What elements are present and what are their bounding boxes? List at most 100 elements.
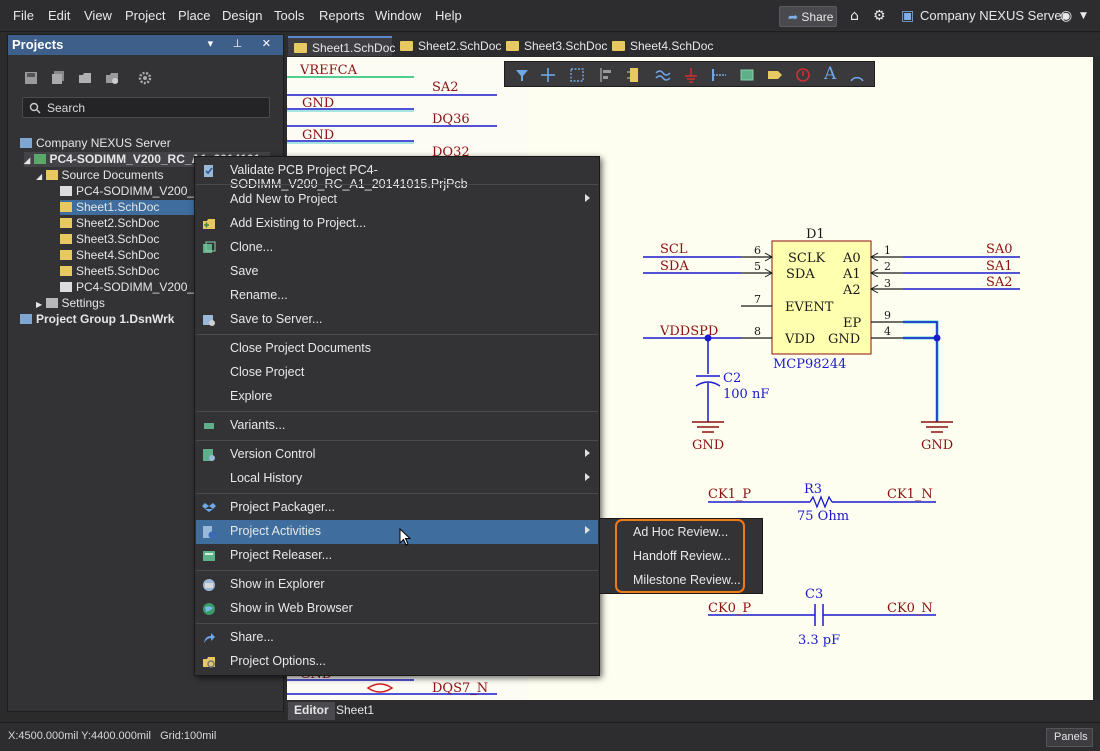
menu-local-history[interactable]: Local History [196, 467, 598, 491]
tab-sheet4[interactable]: Sheet4.SchDoc [606, 36, 713, 56]
menu-explore[interactable]: Explore [196, 385, 598, 409]
pin-name: EP [843, 316, 861, 331]
menu-project-packager[interactable]: Project Packager... [196, 496, 598, 520]
tree-file[interactable]: PC4-SODIMM_V200_RC [60, 184, 211, 198]
menu-validate-project[interactable]: Validate PCB Project PC4-SODIMM_V200_RC_… [196, 159, 598, 191]
net-label: SA0 [986, 242, 1013, 257]
tree-project-group[interactable]: Project Group 1.DsnWrk [20, 312, 174, 326]
menu-project[interactable]: Project [125, 8, 165, 23]
panel-title: Projects [12, 37, 64, 52]
arc-icon[interactable] [848, 66, 866, 84]
home-icon[interactable]: ⌂ [850, 8, 859, 24]
chevron-down-icon[interactable]: ▼ [1080, 11, 1087, 21]
submenu-arrow-icon [585, 194, 590, 202]
menu-project-activities[interactable]: Project Activities [196, 520, 598, 544]
server-icon [20, 138, 32, 148]
tree-settings[interactable]: ▶ Settings [36, 296, 105, 310]
pcb-doc-icon [60, 282, 72, 292]
menu-place[interactable]: Place [178, 8, 211, 23]
tree-source-documents[interactable]: ◢ Source Documents [36, 168, 164, 182]
menu-rename[interactable]: Rename... [196, 284, 598, 308]
save-icon[interactable] [24, 71, 38, 85]
pin-name: A2 [842, 283, 861, 298]
move-icon[interactable] [539, 66, 557, 84]
net-label: CK1_N [887, 487, 933, 502]
menu-edit[interactable]: Edit [48, 8, 70, 23]
options-icon [203, 657, 215, 668]
panels-button[interactable]: Panels [1046, 728, 1093, 747]
menu-close-project-documents[interactable]: Close Project Documents [196, 337, 598, 361]
save-all-icon[interactable] [51, 71, 65, 85]
pin-name: A0 [842, 251, 861, 266]
share-button[interactable]: ➦ Share [779, 6, 837, 27]
align-icon[interactable] [597, 66, 615, 84]
menu-window[interactable]: Window [375, 8, 421, 23]
schdoc-icon [60, 266, 72, 276]
menu-file[interactable]: File [13, 8, 34, 23]
text-icon[interactable]: A [824, 64, 836, 84]
menu-help[interactable]: Help [435, 8, 462, 23]
cap-designator: C3 [805, 587, 823, 602]
tab-sheet3[interactable]: Sheet3.SchDoc [500, 36, 607, 56]
tree-file[interactable]: Sheet5.SchDoc [60, 264, 159, 278]
search-input[interactable]: Search [22, 97, 270, 118]
settings-icon[interactable] [138, 71, 152, 85]
net-label: DQ36 [432, 112, 470, 127]
menu-project-options[interactable]: Project Options... [196, 650, 598, 674]
cap-value: 3.3 pF [798, 633, 840, 648]
tree-server[interactable]: Company NEXUS Server [20, 136, 171, 150]
submenu-arrow-icon [585, 449, 590, 457]
project-context-menu: Validate PCB Project PC4-SODIMM_V200_RC_… [194, 156, 600, 676]
tab-sheet1[interactable]: Sheet1.SchDoc [288, 36, 395, 56]
menu-clone[interactable]: Clone... [196, 236, 598, 260]
menu-add-existing[interactable]: Add Existing to Project... [196, 212, 598, 236]
tree-file[interactable]: PC4-SODIMM_V200_RC [60, 280, 211, 294]
pin-number: 4 [884, 325, 891, 338]
resistor-value: 75 Ohm [797, 509, 849, 524]
net-label: CK1_P [708, 487, 751, 502]
port-icon[interactable] [766, 66, 784, 84]
power-port-icon[interactable] [682, 66, 700, 84]
menu-version-control[interactable]: Version Control [196, 443, 598, 467]
menu-close-project[interactable]: Close Project [196, 361, 598, 385]
place-part-icon[interactable] [625, 66, 643, 84]
menu-variants[interactable]: Variants... [196, 414, 598, 438]
menu-add-new[interactable]: Add New to Project [196, 188, 598, 212]
panel-controls[interactable]: ▾ ⊥ ✕ [208, 37, 279, 50]
pin-name: SCLK [788, 251, 825, 266]
schdoc-icon [294, 43, 307, 53]
releaser-icon [203, 551, 215, 561]
wire-icon[interactable] [654, 66, 672, 84]
tree-file[interactable]: Sheet3.SchDoc [60, 232, 159, 246]
menu-tools[interactable]: Tools [274, 8, 304, 23]
menu-share[interactable]: Share... [196, 626, 598, 650]
tab-sheet1-bottom[interactable]: Sheet1 [330, 702, 380, 720]
sheet-symbol-icon[interactable] [738, 66, 756, 84]
explorer-icon [203, 579, 215, 591]
menu-save-to-server[interactable]: Save to Server... [196, 308, 598, 332]
tab-editor[interactable]: Editor [288, 702, 335, 720]
server-label[interactable]: Company NEXUS Server [920, 8, 1066, 23]
activities-icon [203, 526, 216, 539]
tree-file-selected[interactable]: Sheet1.SchDoc [60, 200, 200, 215]
pin-number: 2 [884, 260, 891, 273]
net-label: CK0_N [887, 601, 933, 616]
menu-reports[interactable]: Reports [319, 8, 365, 23]
menu-project-releaser[interactable]: Project Releaser... [196, 544, 598, 568]
filter-icon[interactable] [513, 66, 531, 84]
bus-icon[interactable] [710, 66, 728, 84]
gear-icon[interactable]: ⚙ [873, 8, 886, 24]
directive-icon[interactable] [794, 66, 812, 84]
menu-view[interactable]: View [84, 8, 112, 23]
menu-show-in-web-browser[interactable]: Show in Web Browser [196, 597, 598, 621]
select-area-icon[interactable] [568, 66, 586, 84]
tree-file[interactable]: Sheet4.SchDoc [60, 248, 159, 262]
pcb-project-icon [33, 154, 46, 164]
menu-save[interactable]: Save [196, 260, 598, 284]
tree-file[interactable]: Sheet2.SchDoc [60, 216, 159, 230]
project-folder-icon[interactable] [105, 71, 119, 85]
menu-show-in-explorer[interactable]: Show in Explorer [196, 573, 598, 597]
menu-design[interactable]: Design [222, 8, 262, 23]
tab-sheet2[interactable]: Sheet2.SchDoc [394, 36, 501, 56]
open-folder-icon[interactable] [78, 71, 92, 85]
